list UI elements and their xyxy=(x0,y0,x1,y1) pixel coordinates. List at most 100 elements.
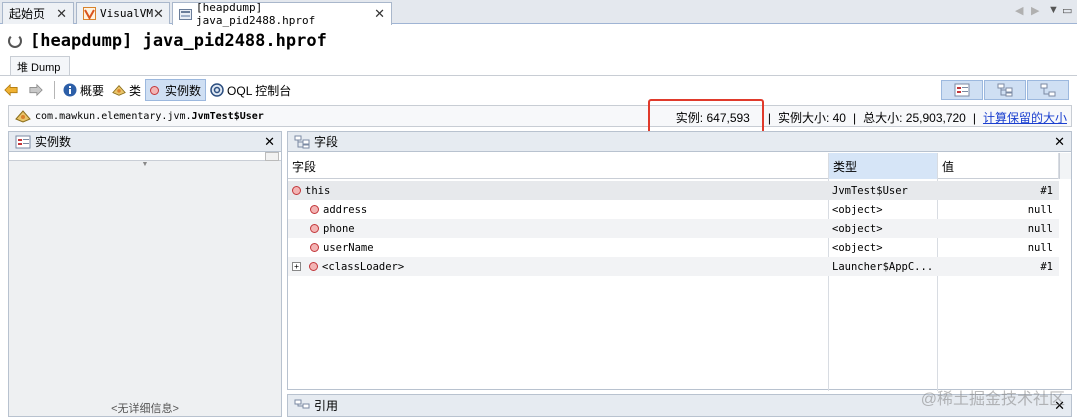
summary-button[interactable]: 概要 xyxy=(59,79,108,101)
page-title: [heapdump] java_pid2488.hprof xyxy=(30,31,327,51)
close-icon[interactable]: ✕ xyxy=(264,134,275,150)
splitter-handle[interactable]: ▼ xyxy=(9,161,281,169)
table-row[interactable]: + <classLoader> Launcher$AppC... #1 xyxy=(288,257,1059,276)
tab-visualvm[interactable]: VisualVM ✕ xyxy=(76,2,170,24)
toolbar-divider xyxy=(54,81,55,99)
field-name: address xyxy=(323,203,368,216)
field-name: userName xyxy=(323,241,374,254)
watermark: @稀土掘金技术社区 xyxy=(920,391,1065,408)
separator: | xyxy=(767,110,771,125)
tab-heap-dump[interactable]: 堆 Dump xyxy=(10,56,70,76)
tab-label: VisualVM xyxy=(100,7,153,20)
classes-label: 类 xyxy=(129,83,142,98)
field-value: null xyxy=(1027,222,1053,235)
tab-scroll-right-icon[interactable]: ▶ xyxy=(1031,4,1039,17)
compute-retained-size-link[interactable]: 计算保留的大小 xyxy=(983,109,1067,126)
field-name: phone xyxy=(323,222,355,235)
table-row[interactable]: userName <object> null xyxy=(288,238,1059,257)
table-row[interactable]: address <object> null xyxy=(288,200,1059,219)
close-icon[interactable]: ✕ xyxy=(374,6,385,22)
close-icon[interactable]: ✕ xyxy=(153,6,164,22)
instances-panel: 实例数 ✕ ▼ <无详细信息> xyxy=(8,131,282,417)
total-size: 总大小: 25,903,720 xyxy=(863,111,966,125)
field-type: <object> xyxy=(832,241,883,254)
class-icon xyxy=(15,110,31,123)
restore-window-icon[interactable]: ▭ xyxy=(1062,4,1072,17)
separator: | xyxy=(972,110,976,125)
heapdump-icon xyxy=(179,8,192,21)
field-value: null xyxy=(1027,241,1053,254)
oql-icon xyxy=(210,83,224,97)
field-value: #1 xyxy=(1040,260,1053,273)
oql-label: OQL 控制台 xyxy=(227,83,292,98)
tab-list-icon[interactable]: ▼ xyxy=(1048,4,1059,16)
panel-title: 实例数 xyxy=(35,135,72,149)
field-name: this xyxy=(305,184,331,197)
panel-header: 字段 ✕ xyxy=(288,132,1071,152)
class-name: com.mawkun.elementary.jvm.JvmTest$User xyxy=(35,111,264,122)
tab-heapdump[interactable]: [heapdump] java_pid2488.hprof ✕ xyxy=(172,1,392,27)
split-view-icon xyxy=(1040,83,1056,97)
loading-icon xyxy=(8,34,22,48)
field-icon xyxy=(310,243,319,252)
close-icon[interactable]: ✕ xyxy=(56,6,67,22)
field-type: Launcher$AppC... xyxy=(832,260,934,273)
view-toggle-button[interactable] xyxy=(1027,80,1069,100)
no-detail-text: <无详细信息> xyxy=(111,403,179,415)
instances-button[interactable]: 实例数 xyxy=(145,79,207,101)
panel-header: 实例数 ✕ xyxy=(9,132,281,152)
arrow-right-icon xyxy=(29,83,43,97)
column-header-value[interactable]: 值 xyxy=(938,153,1059,179)
divider xyxy=(0,75,1077,76)
view-toggle-group xyxy=(940,80,1069,100)
classes-icon xyxy=(112,84,126,96)
field-value: null xyxy=(1027,203,1053,216)
view-toggle-button[interactable] xyxy=(941,80,983,100)
instance-icon xyxy=(150,85,160,95)
tab-label: [heapdump] java_pid2488.hprof xyxy=(196,1,316,27)
editor-tab-bar: 起始页 ✕ VisualVM ✕ [heapdump] java_pid2488… xyxy=(0,0,1077,27)
tab-scroll-left-icon[interactable]: ◀ xyxy=(1015,4,1023,17)
field-type: <object> xyxy=(832,222,883,235)
column-picker-icon[interactable] xyxy=(1059,153,1071,179)
table-row[interactable]: this JvmTest$User #1 xyxy=(288,181,1059,200)
references-panel-icon xyxy=(294,399,310,408)
arrow-left-icon xyxy=(4,83,18,97)
class-simple-name: JvmTest$User xyxy=(191,110,264,122)
classes-button[interactable]: 类 xyxy=(108,79,145,101)
fields-panel: 字段 ✕ 字段 类型 值 this JvmTest$User #1 addres… xyxy=(287,131,1072,391)
heapdump-toolbar: 概要 类 实例数 OQL 控制台 xyxy=(0,78,1077,102)
field-icon xyxy=(310,205,319,214)
tab-start-page[interactable]: 起始页 ✕ xyxy=(2,2,74,24)
column-header-field[interactable]: 字段 xyxy=(288,153,829,179)
expand-icon[interactable]: + xyxy=(292,262,301,271)
close-icon[interactable]: ✕ xyxy=(1054,134,1065,150)
panel-title: 字段 xyxy=(314,135,339,149)
table-row[interactable]: phone <object> null xyxy=(288,219,1059,238)
field-name: <classLoader> xyxy=(322,260,405,273)
page-header: [heapdump] java_pid2488.hprof xyxy=(0,28,1077,54)
column-header-type[interactable]: 类型 xyxy=(829,153,938,179)
info-icon xyxy=(63,83,77,97)
instances-table-header xyxy=(9,152,281,161)
instance-icon xyxy=(292,186,301,195)
back-button[interactable] xyxy=(0,79,25,101)
class-package: com.mawkun.elementary.jvm. xyxy=(35,110,192,122)
instance-size: 实例大小: 40 xyxy=(777,111,846,125)
column-picker-icon[interactable] xyxy=(265,152,279,161)
instances-panel-icon xyxy=(15,135,31,148)
fields-panel-icon xyxy=(294,135,310,148)
view-toggle-button[interactable] xyxy=(984,80,1026,100)
tree-view-icon xyxy=(997,83,1013,97)
visualvm-icon xyxy=(83,7,96,21)
oql-console-button[interactable]: OQL 控制台 xyxy=(206,79,295,101)
field-icon xyxy=(310,224,319,233)
instances-label: 实例数 xyxy=(165,83,202,98)
forward-button[interactable] xyxy=(25,79,50,101)
classloader-icon xyxy=(309,262,318,271)
summary-label: 概要 xyxy=(80,83,105,98)
fields-table-header: 字段 类型 值 xyxy=(288,153,1071,179)
subtab-label: 堆 Dump xyxy=(17,61,61,74)
field-value: #1 xyxy=(1040,184,1053,197)
class-info-bar: com.mawkun.elementary.jvm.JvmTest$User 实… xyxy=(8,105,1072,127)
